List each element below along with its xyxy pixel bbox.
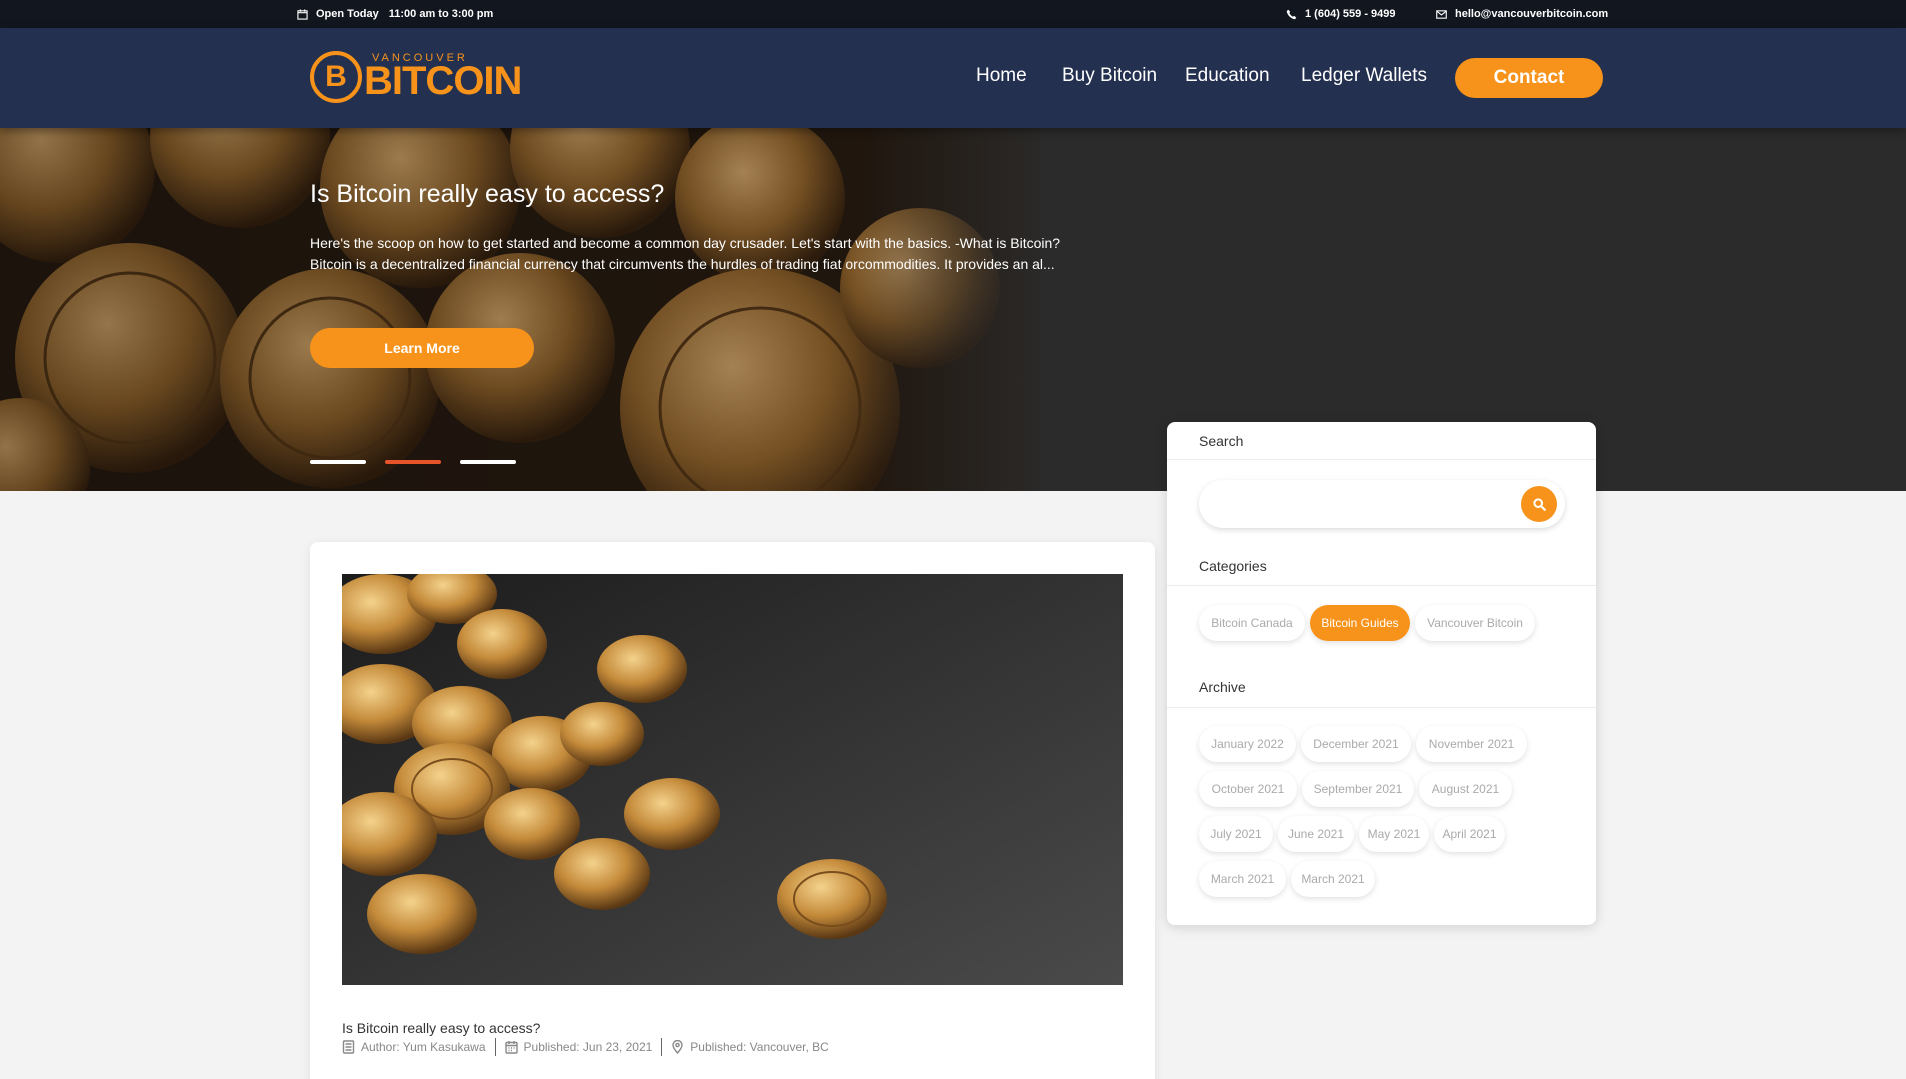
top-info-bar: Open Today 11:00 am to 3:00 pm 1 (604) 5… (0, 0, 1906, 28)
phone-link[interactable]: 1 (604) 559 - 9499 (1286, 8, 1396, 20)
nav-education[interactable]: Education (1185, 65, 1270, 87)
opening-hours: Open Today 11:00 am to 3:00 pm (297, 8, 493, 20)
slide-dot-1[interactable] (310, 460, 366, 464)
contact-button[interactable]: Contact (1455, 58, 1603, 98)
book-icon (342, 1040, 355, 1054)
slide-dot-3[interactable] (460, 460, 516, 464)
logo-coin-letter: B (325, 60, 347, 93)
post-date-text: Published: Jun 23, 2021 (523, 1040, 653, 1054)
category-vancouver-bitcoin[interactable]: Vancouver Bitcoin (1415, 605, 1535, 641)
post-date: Published: Jun 23, 2021 (504, 1040, 653, 1054)
archive-april-2021[interactable]: April 2021 (1434, 816, 1505, 852)
learn-more-button[interactable]: Learn More (310, 328, 534, 368)
post-title[interactable]: Is Bitcoin really easy to access? (342, 1020, 540, 1036)
nav-home[interactable]: Home (976, 65, 1027, 87)
search-box (1199, 480, 1565, 528)
post-coins-image[interactable] (342, 574, 1123, 985)
email-address: hello@vancouverbitcoin.com (1455, 8, 1609, 20)
archive-september-2021[interactable]: September 2021 (1302, 771, 1414, 807)
meta-divider (661, 1038, 663, 1056)
sidebar: Search Categories Bitcoin Canada Bitcoin… (1167, 422, 1596, 925)
divider (1167, 459, 1596, 460)
archive-january-2022[interactable]: January 2022 (1199, 726, 1296, 762)
post-meta: Author: Yum Kasukawa Published: Jun 23, … (342, 1038, 829, 1056)
post-author-text: Author: Yum Kasukawa (361, 1040, 486, 1054)
bitcoin-coin-icon: B (310, 51, 362, 103)
archive-july-2021[interactable]: July 2021 (1199, 816, 1273, 852)
nav-buy-bitcoin[interactable]: Buy Bitcoin (1062, 65, 1157, 87)
archive-december-2021[interactable]: December 2021 (1301, 726, 1411, 762)
search-heading: Search (1199, 433, 1244, 449)
archive-october-2021[interactable]: October 2021 (1199, 771, 1297, 807)
hero-overlay (0, 128, 1906, 491)
hero-title: Is Bitcoin really easy to access? (310, 180, 665, 208)
post-location-text: Published: Vancouver, BC (690, 1040, 829, 1054)
divider (1167, 707, 1596, 708)
site-header: B VANCOUVER BITCOIN Home Buy Bitcoin Edu… (0, 28, 1906, 128)
site-logo[interactable]: B VANCOUVER BITCOIN (310, 49, 522, 105)
hero-slider: Is Bitcoin really easy to access? Here's… (0, 128, 1906, 491)
archive-heading: Archive (1199, 679, 1246, 695)
divider (1167, 585, 1596, 586)
phone-number: 1 (604) 559 - 9499 (1305, 8, 1396, 20)
archive-march-2021[interactable]: March 2021 (1199, 861, 1286, 897)
post-location: Published: Vancouver, BC (671, 1040, 829, 1054)
category-bitcoin-guides[interactable]: Bitcoin Guides (1310, 605, 1410, 641)
post-card: Is Bitcoin really easy to access? Author… (310, 542, 1155, 1079)
archive-november-2021[interactable]: November 2021 (1416, 726, 1527, 762)
search-button[interactable] (1521, 486, 1557, 522)
hours-label: Open Today (316, 8, 379, 20)
archive-may-2021[interactable]: May 2021 (1359, 816, 1429, 852)
search-icon (1532, 497, 1546, 511)
search-input[interactable] (1217, 492, 1497, 516)
post-author: Author: Yum Kasukawa (342, 1040, 486, 1054)
pin-icon (672, 1040, 683, 1054)
hours-value: 11:00 am to 3:00 pm (388, 8, 494, 20)
archive-june-2021[interactable]: June 2021 (1278, 816, 1354, 852)
phone-icon (1286, 9, 1297, 19)
meta-divider (494, 1038, 496, 1056)
email-link[interactable]: hello@vancouverbitcoin.com (1436, 8, 1608, 20)
slide-dot-2[interactable] (385, 460, 441, 464)
logo-big-text: BITCOIN (364, 59, 522, 103)
mail-icon (1436, 9, 1447, 19)
category-bitcoin-canada[interactable]: Bitcoin Canada (1199, 605, 1305, 641)
calendar-icon (297, 8, 308, 20)
hero-excerpt: Here's the scoop on how to get started a… (310, 235, 1061, 272)
nav-ledger-wallets[interactable]: Ledger Wallets (1301, 65, 1427, 87)
archive-august-2021[interactable]: August 2021 (1419, 771, 1512, 807)
calendar-icon (504, 1041, 518, 1054)
categories-heading: Categories (1199, 558, 1267, 574)
archive-march-2021[interactable]: March 2021 (1291, 861, 1375, 897)
